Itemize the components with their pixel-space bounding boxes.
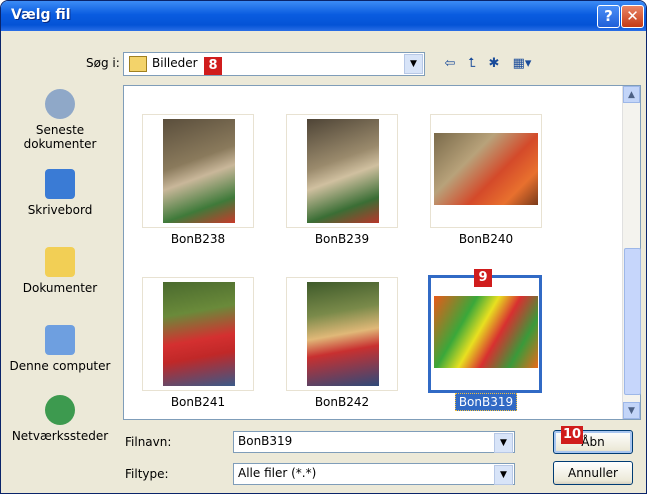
file-item[interactable]: BonB238 <box>142 114 254 246</box>
place-recent[interactable]: Seneste dokumenter <box>1 89 119 151</box>
photo-thumbnail <box>307 119 379 223</box>
photo-thumbnail <box>307 282 379 386</box>
file-name: BonB239 <box>314 232 370 246</box>
file-dialog-window: Vælg fil ? ✕ Søg i: Billeder ▼ 8 ⇦ ⮤ ✱ ▦… <box>0 0 647 494</box>
scroll-up-icon[interactable]: ▲ <box>623 86 640 103</box>
folder-icon <box>129 56 147 72</box>
photo-thumbnail <box>434 296 538 368</box>
places-bar: Seneste dokumenter Skrivebord Dokumenter… <box>1 81 119 461</box>
place-desktop[interactable]: Skrivebord <box>1 169 119 217</box>
file-item[interactable]: BonB242 <box>286 277 398 409</box>
photo-thumbnail <box>434 133 538 205</box>
cancel-button[interactable]: Annuller <box>553 461 633 485</box>
desktop-icon <box>45 169 75 199</box>
help-button[interactable]: ? <box>597 5 620 28</box>
thumbnail-frame <box>142 114 254 228</box>
lookin-label: Søg i: <box>86 56 120 70</box>
my-computer-icon <box>45 325 75 355</box>
cancel-button-label: Annuller <box>567 466 618 480</box>
file-list[interactable]: BonB238 BonB239 BonB240 BonB241 BonB242 <box>123 85 641 420</box>
my-documents-icon <box>45 247 75 277</box>
recent-documents-icon <box>45 89 75 119</box>
file-item[interactable]: BonB241 <box>142 277 254 409</box>
thumbnail-frame <box>430 114 542 228</box>
back-icon[interactable]: ⇦ <box>441 56 459 72</box>
chevron-down-icon[interactable]: ▼ <box>404 54 423 74</box>
thumbnail-frame <box>286 277 398 391</box>
place-label: Dokumenter <box>22 281 98 295</box>
step-badge-9: 9 <box>474 269 492 287</box>
file-name: BonB242 <box>314 395 370 409</box>
new-folder-icon[interactable]: ✱ <box>485 56 503 72</box>
up-folder-icon[interactable]: ⮤ <box>463 56 481 72</box>
chevron-down-icon[interactable]: ▼ <box>494 465 513 485</box>
scroll-down-icon[interactable]: ▼ <box>623 402 640 419</box>
step-badge-10: 10 <box>561 426 583 444</box>
file-name: BonB240 <box>458 232 514 246</box>
place-label: Skrivebord <box>27 203 93 217</box>
photo-thumbnail <box>163 282 235 386</box>
thumbnail-frame <box>428 275 542 393</box>
chevron-down-icon[interactable]: ▼ <box>494 433 513 453</box>
place-label: Netværkssteder <box>11 429 109 443</box>
filename-value: BonB319 <box>238 434 293 448</box>
file-item[interactable]: BonB239 <box>286 114 398 246</box>
title-bar[interactable]: Vælg fil ? ✕ <box>1 1 646 31</box>
selected-file-name: BonB319 <box>454 393 518 411</box>
filename-label: Filnavn: <box>125 435 172 449</box>
views-menu-icon[interactable]: ▦▾ <box>507 56 537 72</box>
place-computer[interactable]: Denne computer <box>1 325 119 373</box>
thumbnail-frame <box>142 277 254 391</box>
close-button[interactable]: ✕ <box>621 5 644 28</box>
step-badge-8: 8 <box>204 57 222 75</box>
file-name: BonB241 <box>170 395 226 409</box>
lookin-value: Billeder <box>152 56 198 70</box>
window-title: Vælg fil <box>11 7 71 23</box>
place-documents[interactable]: Dokumenter <box>1 247 119 295</box>
file-name: BonB319 <box>430 393 542 411</box>
filetype-select[interactable]: Alle filer (*.*) ▼ <box>233 463 515 485</box>
network-places-icon <box>45 395 75 425</box>
file-item[interactable]: BonB240 <box>430 114 542 246</box>
file-item-selected[interactable]: BonB319 9 <box>428 269 542 411</box>
photo-thumbnail <box>163 119 235 223</box>
scroll-thumb[interactable] <box>624 248 641 395</box>
place-label: Denne computer <box>9 359 111 373</box>
file-name: BonB238 <box>170 232 226 246</box>
filetype-label: Filtype: <box>125 467 169 481</box>
place-network[interactable]: Netværkssteder <box>1 395 119 443</box>
open-button-label: Åbn <box>581 435 605 449</box>
filetype-value: Alle filer (*.*) <box>238 466 317 480</box>
vertical-scrollbar[interactable]: ▲ ▼ <box>622 86 641 419</box>
lookin-dropdown[interactable]: Billeder ▼ <box>123 52 425 76</box>
place-label: Seneste dokumenter <box>23 123 97 151</box>
filename-input[interactable]: BonB319 ▼ <box>233 431 515 453</box>
thumbnail-frame <box>286 114 398 228</box>
